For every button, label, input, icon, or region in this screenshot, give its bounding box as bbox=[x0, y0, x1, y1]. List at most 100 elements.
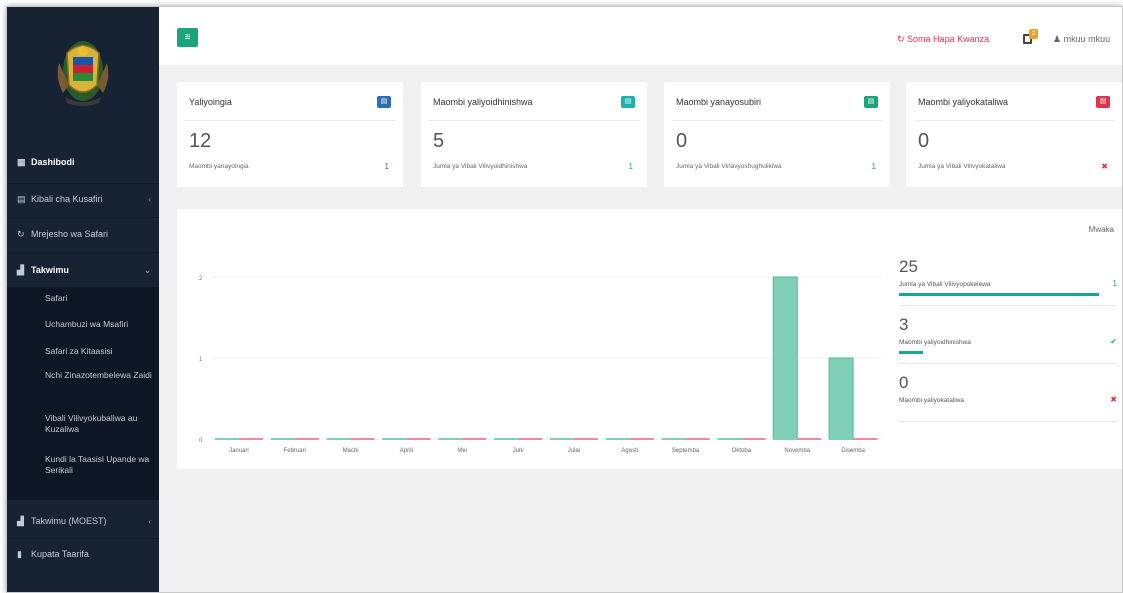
x-tick-label: Mei bbox=[457, 448, 467, 454]
y-tick-label: 1 bbox=[199, 357, 203, 363]
sidebar-divider bbox=[7, 252, 159, 253]
chart-bar bbox=[772, 276, 798, 440]
submenu-item-safari-kitaasisi[interactable]: Safari za Kitaasisi bbox=[45, 346, 153, 357]
card-subtitle: Maombi yanayoingia bbox=[189, 163, 249, 170]
refresh-icon: ↻ bbox=[897, 34, 908, 44]
card-divider bbox=[185, 120, 395, 121]
progress-fill bbox=[899, 351, 923, 354]
stat-divider bbox=[899, 421, 1117, 422]
sidebar-divider bbox=[7, 538, 159, 539]
stat-label: Maombi yaliyoidhinishwa bbox=[899, 339, 971, 346]
stat-card-yaliyokataliwa: Maombi yaliyokataliwa ▤ 0 Jumla ya Vibal… bbox=[906, 82, 1122, 187]
file-icon: ▮ bbox=[17, 548, 22, 559]
sidebar-item-kupata-taarifa[interactable]: ▮ Kupata Taarifa bbox=[7, 544, 159, 564]
y-tick-label: 2 bbox=[199, 276, 203, 282]
card-title: Maombi yaliyokataliwa bbox=[918, 97, 1009, 107]
stat-divider bbox=[899, 305, 1117, 306]
chevron-left-icon: ‹ bbox=[148, 194, 151, 204]
monthly-bar-chart: 0 1 2 Januari Februari Machi Aprili Mei Juni Jula… bbox=[199, 276, 881, 454]
sidebar-item-kibali[interactable]: ▤ Kibali cha Kusafiri ‹ bbox=[7, 189, 159, 209]
progress-fill bbox=[899, 293, 1099, 296]
notifications-button[interactable]: 2 bbox=[1023, 29, 1038, 45]
x-tick-label: Januari bbox=[229, 448, 249, 454]
card-subtitle: Jumla ya Vibali Vilivyokataliwa bbox=[918, 163, 1006, 170]
statistics-panel: Mwaka 0 1 2 Januari Februari Machi Aprili Mei Ju… bbox=[177, 209, 1122, 469]
menu-toggle-button[interactable]: ≡ bbox=[177, 28, 198, 47]
x-tick-label: Februari bbox=[284, 448, 306, 454]
x-tick-label: Disemba bbox=[841, 448, 865, 454]
stat-value: 0 bbox=[899, 373, 909, 392]
stat-value: 3 bbox=[899, 315, 909, 334]
chart-bar bbox=[828, 357, 854, 440]
close-icon: ✖ bbox=[1110, 395, 1117, 404]
inbox-icon: ▤ bbox=[377, 96, 391, 108]
sidebar-item-takwimu[interactable]: ▟ Takwimu ⌄ bbox=[7, 260, 159, 280]
card-title: Maombi yanayosubiri bbox=[676, 97, 762, 107]
stat-total: 25 Jumla ya Vibali Vilivyopokelewa 1 bbox=[899, 257, 1117, 306]
bar-chart-icon: ▟ bbox=[17, 515, 24, 526]
submenu-takwimu: Safari Uchambuzi wa Msafiri Safari za Ki… bbox=[7, 287, 159, 500]
check-icon: ✔ bbox=[1110, 337, 1117, 346]
card-title: Yaliyoingia bbox=[189, 97, 232, 107]
bar-chart-icon: ▟ bbox=[17, 264, 24, 275]
clock-icon: ▤ bbox=[864, 96, 878, 108]
card-indicator: 1 bbox=[871, 162, 876, 171]
submenu-item-kundi[interactable]: Kundi la Taasisi Upande wa Serikali bbox=[45, 454, 153, 476]
app-window: ▦ Dashibodi ▤ Kibali cha Kusafiri ‹ ↻ Mr… bbox=[6, 6, 1123, 593]
stat-rejected: 0 Maombi yaliyokataliwa ✖ bbox=[899, 373, 1117, 422]
card-divider bbox=[429, 120, 639, 121]
top-navbar: ≡ ↻ Soma Hapa Kwanza 2 ♟ mkuu mkuu bbox=[159, 7, 1122, 65]
x-tick-label: Aprili bbox=[400, 448, 413, 454]
sidebar-divider bbox=[7, 217, 159, 218]
read-first-link[interactable]: ↻ Soma Hapa Kwanza bbox=[897, 34, 989, 45]
card-value: 12 bbox=[189, 130, 212, 152]
chevron-down-icon: ⌄ bbox=[144, 265, 151, 275]
x-tick-label: Agosti bbox=[621, 448, 638, 454]
stat-card-yaliyoingia: Yaliyoingia ▤ 12 Maombi yanayoingia 1 bbox=[177, 82, 403, 187]
card-subtitle: Jumla ya Vibali Vilivyoidhinishwa bbox=[433, 163, 528, 170]
stat-divider bbox=[899, 363, 1117, 364]
period-selector[interactable]: Mwaka bbox=[1089, 225, 1114, 234]
card-value: 0 bbox=[918, 130, 930, 152]
stat-label: Maombi yaliyokataliwa bbox=[899, 397, 965, 404]
x-tick-label: Juni bbox=[513, 448, 524, 454]
hamburger-icon: ≡ bbox=[184, 32, 191, 43]
stat-progress bbox=[899, 293, 1099, 296]
coat-of-arms-logo bbox=[57, 41, 109, 106]
stat-card-yaliyoidhinishwa: Maombi yaliyoidhinishwa ▤ 5 Jumla ya Vib… bbox=[421, 82, 647, 187]
submenu-item-nchi[interactable]: Nchi Zinazotembelewa Zaidi bbox=[45, 370, 153, 381]
card-divider bbox=[672, 120, 882, 121]
stat-indicator: 1 bbox=[1112, 279, 1117, 288]
x-tick-label: Machi bbox=[343, 448, 359, 454]
sidebar-item-takwimu-moest[interactable]: ▟ Takwimu (MOEST) ‹ bbox=[7, 511, 159, 531]
user-icon: ♟ bbox=[1053, 34, 1064, 44]
grid-icon: ▦ bbox=[17, 156, 26, 167]
card-indicator: ✖ bbox=[1101, 162, 1108, 171]
sidebar-item-dashibodi[interactable]: ▦ Dashibodi bbox=[7, 152, 159, 172]
y-tick-label: 0 bbox=[199, 438, 203, 444]
chevron-left-icon: ‹ bbox=[148, 516, 151, 526]
submenu-item-uchambuzi[interactable]: Uchambuzi wa Msafiri bbox=[45, 319, 153, 330]
x-tick-label: Julai bbox=[568, 448, 580, 454]
submenu-item-safari[interactable]: Safari bbox=[45, 293, 153, 304]
card-title: Maombi yaliyoidhinishwa bbox=[433, 97, 533, 107]
sidebar: ▦ Dashibodi ▤ Kibali cha Kusafiri ‹ ↻ Mr… bbox=[7, 7, 159, 592]
card-indicator: 1 bbox=[628, 162, 633, 171]
stat-progress bbox=[899, 351, 1099, 354]
notification-badge: 2 bbox=[1029, 29, 1038, 39]
card-value: 0 bbox=[676, 130, 688, 152]
card-value: 5 bbox=[433, 130, 445, 152]
document-icon: ▤ bbox=[17, 193, 26, 204]
submenu-item-vibali[interactable]: Vibali Vilivyokubaliwa au Kuzaliwa bbox=[45, 413, 153, 435]
user-menu[interactable]: ♟ mkuu mkuu bbox=[1053, 34, 1110, 45]
card-indicator: 1 bbox=[384, 162, 389, 171]
check-icon: ▤ bbox=[621, 96, 635, 108]
stat-value: 25 bbox=[899, 257, 918, 276]
x-tick-label: Oktoba bbox=[732, 448, 752, 454]
card-subtitle: Jumla ya Vibali Vinavyoshughulikiwa bbox=[676, 163, 782, 170]
sidebar-item-mrejesho[interactable]: ↻ Mrejesho wa Safari bbox=[7, 224, 159, 244]
close-icon: ▤ bbox=[1096, 96, 1110, 108]
x-tick-label: Novemba bbox=[784, 448, 810, 454]
sidebar-divider bbox=[7, 183, 159, 184]
stat-approved: 3 Maombi yaliyoidhinishwa ✔ bbox=[899, 315, 1117, 364]
